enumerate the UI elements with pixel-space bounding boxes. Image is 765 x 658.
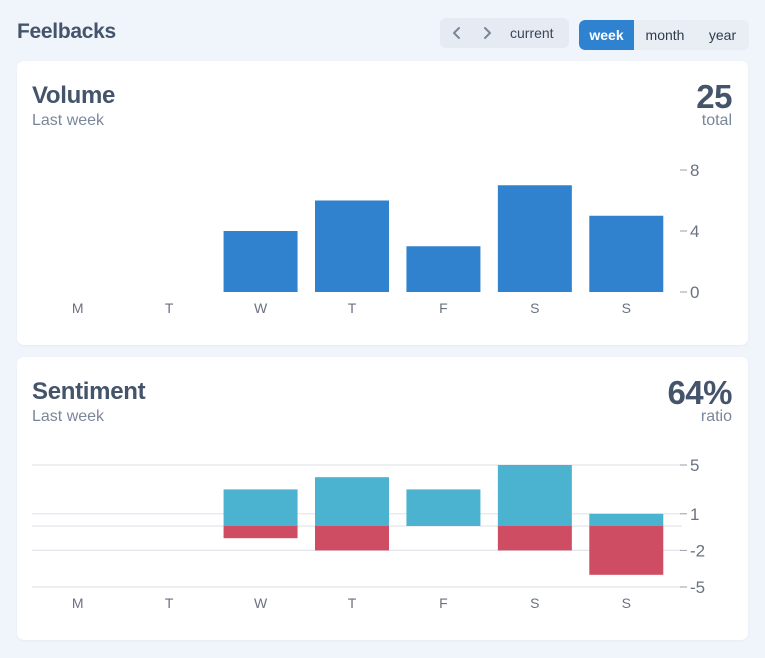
volume-bar-2	[223, 231, 298, 292]
range-selector: week month year	[579, 20, 749, 50]
x-tick-label: T	[348, 300, 357, 316]
y-tick-label: -5	[690, 578, 705, 597]
sentiment-card: Sentiment Last week 64% ratio MTWTFSS51-…	[17, 357, 748, 640]
negative-bar-6	[589, 526, 664, 575]
current-period-button[interactable]: current	[510, 25, 554, 41]
volume-card: Volume Last week 25 total MTWTFSS048	[17, 61, 748, 345]
chevron-left-icon	[453, 27, 460, 39]
y-tick-label: 1	[690, 505, 699, 524]
range-month-button[interactable]: month	[634, 20, 696, 50]
x-tick-label: S	[530, 595, 539, 611]
range-week-button[interactable]: week	[579, 20, 634, 50]
volume-chart: M T W T F S S 0 4 8	[72, 161, 700, 316]
volume-bar-4	[406, 246, 481, 292]
y-tick-label: 0	[690, 283, 699, 302]
x-tick-label: W	[254, 300, 268, 316]
previous-period-button[interactable]	[442, 18, 472, 48]
negative-bar-2	[223, 526, 298, 539]
positive-bar-5	[497, 465, 572, 526]
negative-bar-5	[497, 526, 572, 551]
x-tick-label: T	[165, 300, 174, 316]
volume-bar-3	[315, 200, 389, 292]
positive-bar-2	[223, 489, 298, 526]
y-tick-label: 5	[690, 456, 699, 475]
positive-bar-4	[406, 489, 481, 526]
range-year-button[interactable]: year	[696, 20, 749, 50]
volume-bar-6	[589, 215, 664, 292]
x-tick-label: W	[254, 595, 268, 611]
period-navigation: current	[440, 18, 569, 48]
y-tick-label: -2	[690, 541, 705, 560]
x-tick-label: S	[622, 595, 631, 611]
chevron-right-icon	[484, 27, 491, 39]
positive-bar-6	[589, 513, 664, 526]
negative-bar-3	[315, 526, 389, 551]
next-period-button[interactable]	[472, 18, 502, 48]
x-tick-label: F	[439, 595, 448, 611]
y-tick-label: 4	[690, 222, 699, 241]
sentiment-chart: M T W T F S S 5 1 -2 -5	[32, 456, 705, 611]
volume-bar-5	[497, 185, 572, 292]
x-tick-label: S	[622, 300, 631, 316]
positive-bar-3	[315, 477, 389, 526]
x-tick-label: F	[439, 300, 448, 316]
x-tick-label: T	[165, 595, 174, 611]
x-tick-label: M	[72, 595, 84, 611]
x-tick-label: T	[348, 595, 357, 611]
y-tick-label: 8	[690, 161, 699, 180]
page-title: Feelbacks	[17, 20, 116, 43]
x-tick-label: S	[530, 300, 539, 316]
x-tick-label: M	[72, 300, 84, 316]
